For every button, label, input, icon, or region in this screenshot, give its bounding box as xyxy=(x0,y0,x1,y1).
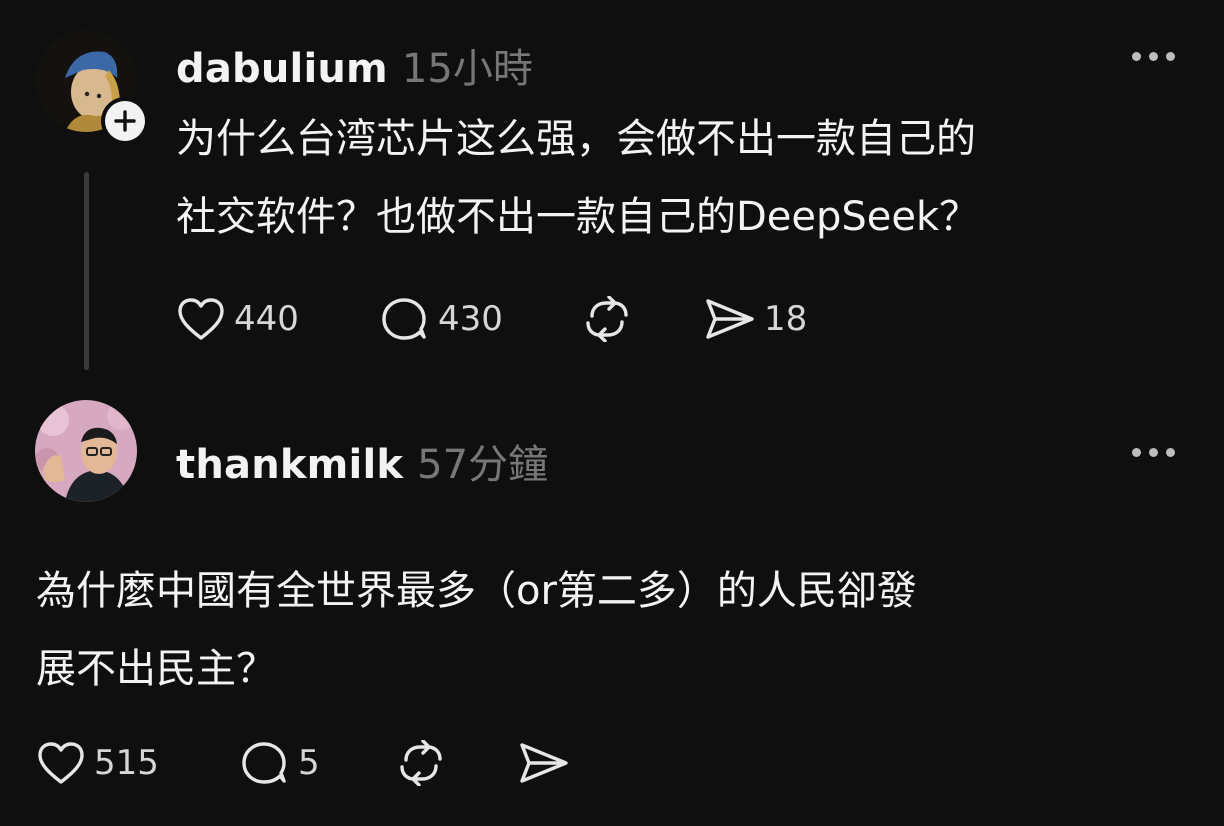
post-text: 為什麼中國有全世界最多（or第二多）的人民卻發 展不出民主？ xyxy=(36,552,917,708)
send-icon xyxy=(520,743,568,783)
username[interactable]: dabulium xyxy=(176,46,388,92)
heart-icon xyxy=(38,742,84,784)
post-header: dabulium 15小時 xyxy=(176,36,533,94)
repost-icon xyxy=(586,296,628,342)
like-button[interactable]: 440 xyxy=(176,296,299,342)
heart-icon xyxy=(178,298,224,340)
timestamp: 57分鐘 xyxy=(417,442,549,488)
more-icon[interactable] xyxy=(1132,52,1175,61)
post-text-line: 为什么台湾芯片这么强，会做不出一款自己的 xyxy=(176,116,976,162)
post-text: 为什么台湾芯片这么强，会做不出一款自己的 社交软件？也做不出一款自己的DeepS… xyxy=(176,100,979,256)
share-button[interactable]: 18 xyxy=(704,296,807,342)
like-count: 440 xyxy=(234,299,299,339)
more-icon[interactable] xyxy=(1132,448,1175,457)
reply-button[interactable]: 430 xyxy=(380,296,503,342)
post-header: thankmilk 57分鐘 xyxy=(176,432,548,490)
username[interactable]: thankmilk xyxy=(176,442,403,488)
reply-count: 5 xyxy=(298,743,320,783)
thread-line xyxy=(84,172,89,370)
comment-icon xyxy=(242,742,286,784)
send-icon xyxy=(706,299,754,339)
repost-icon xyxy=(400,740,442,786)
post-text-line: 為什麼中國有全世界最多（or第二多）的人民卻發 xyxy=(36,568,917,614)
avatar-photo-image xyxy=(35,400,137,502)
like-button[interactable]: 515 xyxy=(36,740,159,786)
like-count: 515 xyxy=(94,743,159,783)
repost-button[interactable] xyxy=(582,296,632,342)
reply-count: 430 xyxy=(438,299,503,339)
post-text-line: 展不出民主？ xyxy=(36,646,276,692)
repost-button[interactable] xyxy=(396,740,446,786)
avatar-thankmilk[interactable] xyxy=(35,400,137,502)
timestamp: 15小時 xyxy=(401,46,533,92)
share-button[interactable] xyxy=(518,740,570,786)
share-count: 18 xyxy=(764,299,808,339)
post-text-line: 社交软件？也做不出一款自己的DeepSeek？ xyxy=(176,194,980,240)
comment-icon xyxy=(382,298,426,340)
follow-plus-icon[interactable] xyxy=(101,97,149,145)
reply-button[interactable]: 5 xyxy=(240,740,320,786)
